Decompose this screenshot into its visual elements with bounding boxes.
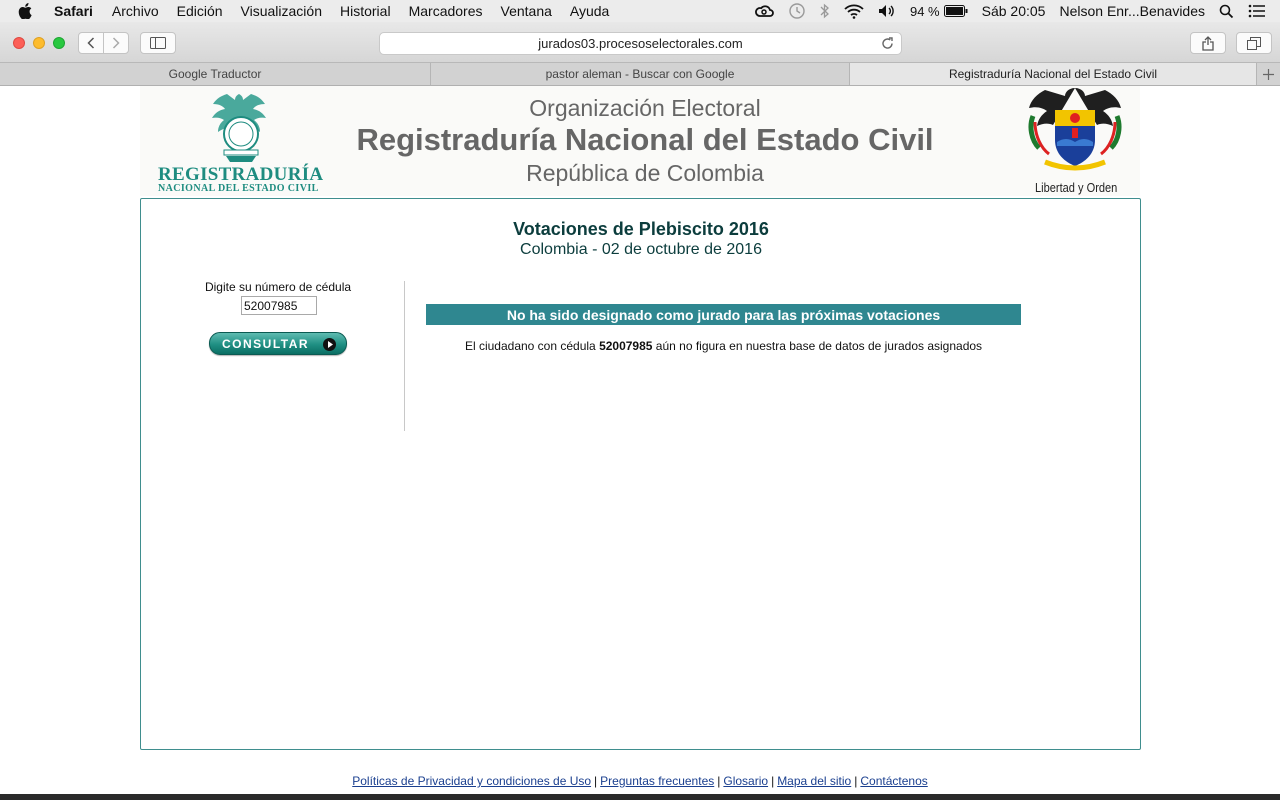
footer-link-contact[interactable]: Contáctenos [860,774,927,788]
header-country: República de Colombia [526,160,764,186]
apple-icon[interactable] [18,3,36,19]
chevron-right-icon [112,37,120,49]
chevron-left-icon [87,37,95,49]
cedula-label: Digite su número de cédula [204,280,352,294]
tab-bar: Google Traductor pastor aleman - Buscar … [0,63,1280,86]
tabs-overview-icon [1247,36,1261,50]
coat-of-arms-motto: Libertad y Orden [1035,180,1118,195]
menu-ventana[interactable]: Ventana [501,3,552,19]
result-message-cedula: 52007985 [599,339,653,353]
battery-percentage: 94 % [909,3,940,19]
share-button[interactable] [1190,32,1226,54]
header-org: Organización Electoral [529,95,761,121]
result-banner: No ha sido designado como jurado para la… [426,304,1021,325]
browser-toolbar: jurados03.procesoselectorales.com [0,22,1280,63]
cedula-input[interactable] [241,296,317,315]
header-institution: Registraduría Nacional del Estado Civil [356,122,934,157]
panel-heading: Votaciones de Plebiscito 2016 Colombia -… [141,219,1141,260]
time-machine-icon[interactable] [788,2,806,20]
footer-link-faq[interactable]: Preguntas frecuentes [600,774,714,788]
bluetooth-icon[interactable] [820,3,830,19]
menu-marcadores[interactable]: Marcadores [409,3,483,19]
colombia-coat-of-arms: Libertad y Orden [1025,86,1125,196]
creative-cloud-icon[interactable] [754,4,774,18]
notification-center-icon[interactable] [1248,4,1266,18]
menu-historial[interactable]: Historial [340,3,391,19]
window-close-button[interactable] [13,37,25,49]
sidebar-icon [150,37,166,49]
wifi-icon[interactable] [844,4,864,19]
macos-menubar: Safari Archivo Edición Visualización His… [0,0,1280,22]
tab-pastor-aleman[interactable]: pastor aleman - Buscar con Google [431,63,850,85]
footer-link-sitemap[interactable]: Mapa del sitio [777,774,851,788]
menu-visualizacion[interactable]: Visualización [241,3,322,19]
result-message-prefix: El ciudadano con cédula [464,339,596,353]
address-bar[interactable]: jurados03.procesoselectorales.com [379,32,902,55]
logo-left-subword: NACIONAL DEL ESTADO CIVIL [158,183,319,194]
tab-registraduria[interactable]: Registraduría Nacional del Estado Civil [850,63,1257,85]
spotlight-search-icon[interactable] [1219,4,1234,19]
tab-google-traductor[interactable]: Google Traductor [0,63,431,85]
sidebar-toggle-button[interactable] [140,32,176,54]
query-panel: Votaciones de Plebiscito 2016 Colombia -… [140,198,1141,750]
window-minimize-button[interactable] [33,37,45,49]
desktop-edge [0,794,1280,800]
coat-of-arms-icon [1028,88,1122,171]
result-message: El ciudadano con cédula 52007985 aún no … [426,339,1021,353]
reload-icon[interactable] [881,37,894,53]
header-titles: Organización Electoral Registraduría Nac… [340,94,950,188]
new-tab-button[interactable] [1257,63,1280,85]
volume-icon[interactable] [878,4,896,18]
window-fullscreen-button[interactable] [53,37,65,49]
election-date: Colombia - 02 de octubre de 2016 [520,241,762,258]
share-icon [1202,35,1214,51]
vertical-divider [404,281,405,431]
menu-user[interactable]: Nelson Enr...Benavides [1059,3,1205,19]
play-arrow-icon [323,338,336,351]
consultar-button[interactable]: CONSULTAR [209,332,347,355]
plus-icon [1263,68,1274,80]
page-footer: Políticas de Privacidad y condiciones de… [352,774,928,788]
back-button[interactable] [78,32,104,54]
battery-icon[interactable] [943,5,968,17]
result-message-suffix: aún no figura en nuestra base de datos d… [655,339,983,353]
menu-archivo[interactable]: Archivo [112,3,159,19]
footer-link-glossary[interactable]: Glosario [723,774,768,788]
footer-link-privacy[interactable]: Políticas de Privacidad y condiciones de… [352,774,591,788]
election-title: Votaciones de Plebiscito 2016 [513,219,769,239]
registraduria-logo[interactable]: REGISTRADURÍA NACIONAL DEL ESTADO CIVIL [154,90,324,194]
site-header: REGISTRADURÍA NACIONAL DEL ESTADO CIVIL … [140,86,1140,196]
web-page: REGISTRADURÍA NACIONAL DEL ESTADO CIVIL … [0,86,1280,800]
eagle-emblem-icon [212,94,266,162]
menu-edicion[interactable]: Edición [177,3,223,19]
show-tabs-button[interactable] [1236,32,1272,54]
menu-clock[interactable]: Sáb 20:05 [982,3,1046,19]
consultar-button-label: CONSULTAR [222,336,310,351]
url-text: jurados03.procesoselectorales.com [538,36,743,51]
menu-app-name[interactable]: Safari [54,3,93,19]
menu-ayuda[interactable]: Ayuda [570,3,609,19]
forward-button[interactable] [103,32,129,54]
